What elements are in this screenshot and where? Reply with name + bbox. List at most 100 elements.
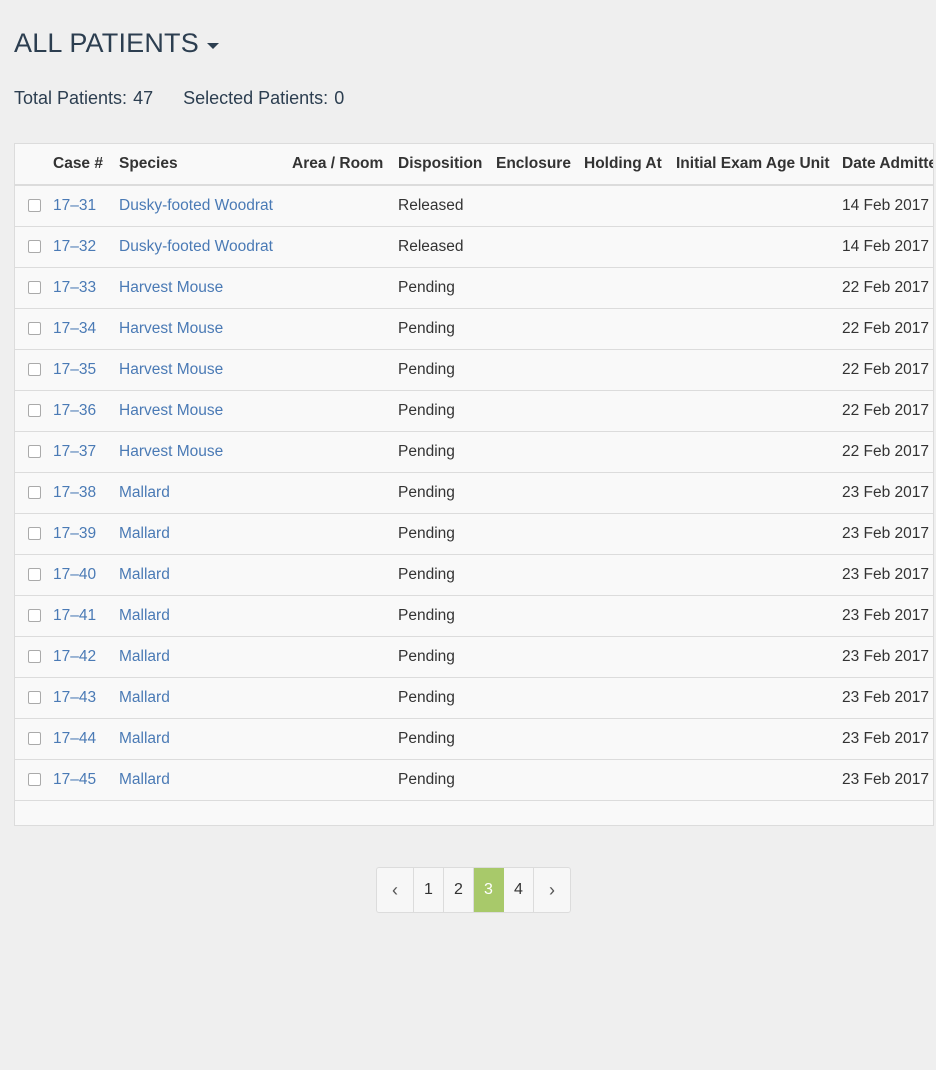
row-checkbox[interactable] (27, 486, 41, 500)
enclosure-cell (496, 677, 584, 719)
species-link[interactable]: Dusky-footed Woodrat (119, 238, 273, 255)
case-number-link[interactable]: 17–38 (53, 484, 96, 501)
case-number-link[interactable]: 17–31 (53, 197, 96, 214)
area-room-cell (292, 554, 398, 596)
species-link[interactable]: Mallard (119, 607, 170, 624)
row-checkbox[interactable] (27, 527, 41, 541)
area-room-cell (292, 185, 398, 227)
date-admitted-cell: 23 Feb 2017 (842, 607, 930, 624)
case-number-link[interactable]: 17–45 (53, 771, 96, 788)
table-row: 17–33 Harvest Mouse Pending 22 Feb 2017 (15, 267, 933, 309)
holding-at-cell (584, 472, 676, 514)
row-checkbox[interactable] (27, 568, 41, 582)
column-header-enclosure[interactable]: Enclosure (496, 144, 584, 186)
species-link[interactable]: Harvest Mouse (119, 443, 223, 460)
species-link[interactable]: Harvest Mouse (119, 279, 223, 296)
row-checkbox[interactable] (27, 363, 41, 377)
case-number-link[interactable]: 17–42 (53, 648, 96, 665)
species-link[interactable]: Mallard (119, 689, 170, 706)
case-number-link[interactable]: 17–33 (53, 279, 96, 296)
next-page-icon[interactable]: › (534, 868, 570, 912)
row-checkbox[interactable] (27, 281, 41, 295)
column-header-disposition[interactable]: Disposition (398, 144, 496, 186)
row-checkbox[interactable] (27, 322, 41, 336)
enclosure-cell (496, 595, 584, 637)
area-room-cell (292, 595, 398, 637)
area-room-cell (292, 431, 398, 473)
row-select-cell (15, 759, 53, 801)
row-select-cell (15, 595, 53, 637)
page-4-button[interactable]: 4 (504, 868, 534, 912)
patients-table: Case # Species Area / Room Disposition E… (15, 144, 933, 801)
prev-page-icon[interactable]: ‹ (377, 868, 414, 912)
case-number-link[interactable]: 17–39 (53, 525, 96, 542)
case-number-link[interactable]: 17–35 (53, 361, 96, 378)
species-link[interactable]: Mallard (119, 648, 170, 665)
area-room-cell (292, 308, 398, 350)
initial-exam-age-unit-cell (676, 759, 842, 801)
case-number-link[interactable]: 17–32 (53, 238, 96, 255)
initial-exam-age-unit-cell (676, 267, 842, 309)
column-header-area-room[interactable]: Area / Room (292, 144, 398, 186)
disposition-cell: Pending (398, 607, 455, 624)
case-number-link[interactable]: 17–40 (53, 566, 96, 583)
row-checkbox[interactable] (27, 199, 41, 213)
row-select-cell (15, 431, 53, 473)
caret-down-icon (206, 42, 219, 49)
row-checkbox[interactable] (27, 691, 41, 705)
table-header-row: Case # Species Area / Room Disposition E… (15, 144, 933, 186)
column-header-case[interactable]: Case # (53, 144, 119, 186)
case-number-link[interactable]: 17–41 (53, 607, 96, 624)
row-checkbox[interactable] (27, 732, 41, 746)
column-header-initial-exam-age-unit[interactable]: Initial Exam Age Unit (676, 144, 842, 186)
case-number-link[interactable]: 17–34 (53, 320, 96, 337)
case-number-link[interactable]: 17–36 (53, 402, 96, 419)
species-link[interactable]: Harvest Mouse (119, 402, 223, 419)
date-admitted-cell: 23 Feb 2017 (842, 677, 933, 719)
case-number-cell: 17–34 (53, 308, 119, 350)
species-link[interactable]: Mallard (119, 566, 170, 583)
page-3-button[interactable]: 3 (474, 868, 504, 912)
initial-exam-age-unit-cell (676, 718, 842, 760)
column-header-date-admitted[interactable]: Date Admitted (842, 144, 933, 186)
enclosure-cell (496, 472, 584, 514)
species-link[interactable]: Harvest Mouse (119, 320, 223, 337)
disposition-cell: Pending (398, 267, 496, 309)
case-number-cell: 17–44 (53, 718, 119, 760)
case-number-link[interactable]: 17–37 (53, 443, 96, 460)
table-row: 17–45 Mallard Pending 23 Feb 2017 (15, 759, 933, 801)
species-link[interactable]: Mallard (119, 730, 170, 747)
initial-exam-age-unit-cell (676, 308, 842, 350)
species-link[interactable]: Harvest Mouse (119, 361, 223, 378)
row-checkbox[interactable] (27, 445, 41, 459)
row-checkbox[interactable] (27, 773, 41, 787)
page-1-button[interactable]: 1 (414, 868, 444, 912)
date-admitted-cell: 14 Feb 2017 (842, 226, 933, 268)
date-admitted-cell: 23 Feb 2017 (842, 554, 933, 596)
date-admitted-cell: 22 Feb 2017 (842, 320, 930, 337)
page-title-dropdown[interactable]: ALL PATIENTS (14, 28, 219, 59)
row-checkbox[interactable] (27, 404, 41, 418)
case-number-cell: 17–45 (53, 759, 119, 801)
enclosure-cell (496, 513, 584, 555)
enclosure-cell (496, 636, 584, 678)
species-link[interactable]: Mallard (119, 525, 170, 542)
column-header-holding-at[interactable]: Holding At (584, 144, 676, 186)
column-header-species[interactable]: Species (119, 144, 292, 186)
page-2-button[interactable]: 2 (444, 868, 474, 912)
area-room-cell (292, 226, 398, 268)
row-checkbox[interactable] (27, 240, 41, 254)
case-number-link[interactable]: 17–43 (53, 689, 96, 706)
area-room-cell (292, 636, 398, 678)
selected-patients-value: 0 (334, 88, 345, 108)
row-select-cell (15, 390, 53, 432)
row-checkbox[interactable] (27, 609, 41, 623)
case-number-link[interactable]: 17–44 (53, 730, 96, 747)
enclosure-cell (496, 349, 584, 391)
species-link[interactable]: Mallard (119, 484, 170, 501)
row-checkbox[interactable] (27, 650, 41, 664)
species-link[interactable]: Dusky-footed Woodrat (119, 197, 273, 214)
select-column-header (15, 144, 53, 186)
table-row: 17–37 Harvest Mouse Pending 22 Feb 2017 (15, 431, 933, 473)
species-link[interactable]: Mallard (119, 771, 170, 788)
